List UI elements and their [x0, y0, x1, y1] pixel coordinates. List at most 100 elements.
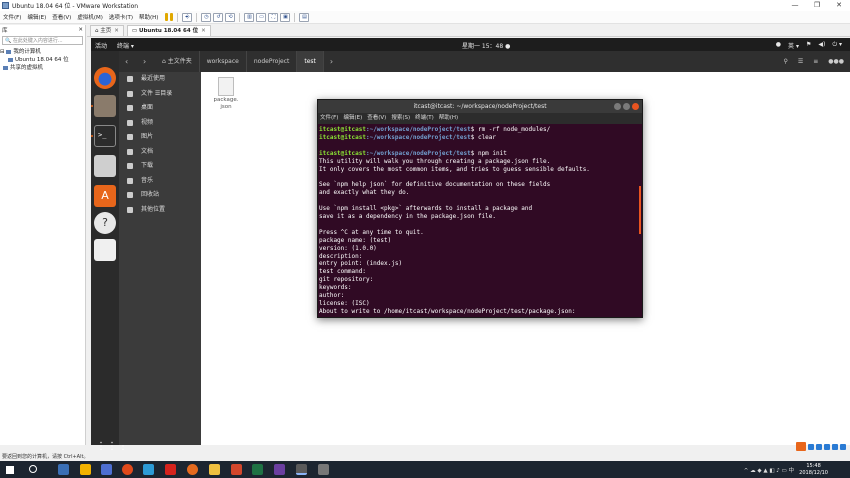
sidebar-item-videos[interactable]: 视频: [119, 116, 201, 131]
sidebar-item-pictures[interactable]: 图片: [119, 130, 201, 145]
files-icon[interactable]: [94, 95, 116, 117]
breadcrumb-workspace[interactable]: workspace: [200, 51, 247, 72]
breadcrumb-more-icon[interactable]: ›: [330, 57, 342, 66]
firefox-taskbar-icon[interactable]: [187, 464, 198, 475]
taskbar-app-icon[interactable]: [58, 464, 69, 475]
sidebar-item-downloads[interactable]: 下载: [119, 159, 201, 174]
send-ctrl-alt-del-icon[interactable]: ⎆: [182, 12, 193, 22]
library-search-input[interactable]: 🔍 在此处键入内容进行...: [2, 36, 83, 45]
taskbar-app-icon[interactable]: [274, 464, 285, 475]
terminal-output[interactable]: itcast@itcast:~/workspace/nodeProject/te…: [318, 124, 642, 318]
firefox-icon[interactable]: [94, 67, 116, 89]
thumbnail-view-icon[interactable]: ▭: [256, 12, 267, 22]
chrome-icon[interactable]: [122, 464, 133, 475]
menu-view[interactable]: 查看(V): [49, 13, 74, 21]
taskbar-app-icon[interactable]: [101, 464, 112, 475]
terminal-menu-help[interactable]: 帮助(H): [439, 113, 458, 124]
network-adapter-icon[interactable]: [824, 443, 830, 450]
sidebar-item-desktop[interactable]: 桌面: [119, 101, 201, 116]
file-item[interactable]: package. json: [211, 77, 241, 111]
terminal-titlebar[interactable]: itcast@itcast: ~/workspace/nodeProject/t…: [318, 100, 642, 113]
fullscreen-icon[interactable]: ⛶: [268, 12, 279, 22]
taskbar-app-icon[interactable]: [80, 464, 91, 475]
unity-icon[interactable]: ▣: [280, 12, 291, 22]
console-view-icon[interactable]: ▤: [299, 12, 310, 22]
help-icon[interactable]: ?: [94, 212, 116, 234]
close-tab-icon[interactable]: ✕: [201, 28, 206, 34]
calculator-icon[interactable]: [94, 155, 116, 177]
list-view-icon[interactable]: ☰: [798, 58, 803, 65]
forward-icon[interactable]: ›: [143, 57, 155, 66]
terminal-scrollbar[interactable]: [639, 186, 641, 234]
terminal-icon[interactable]: [94, 125, 116, 147]
sidebar-item-music[interactable]: 音乐: [119, 174, 201, 189]
lang-indicator[interactable]: 中: [788, 468, 794, 474]
snapshot-manager-icon[interactable]: ⟲: [225, 12, 236, 22]
tree-item-shared[interactable]: 共享的虚拟机: [0, 64, 85, 72]
sidebar-item-other-locations[interactable]: 其他位置: [119, 203, 201, 218]
volume-icon[interactable]: ◀): [818, 41, 825, 50]
sidebar-item-trash[interactable]: 回收站: [119, 188, 201, 203]
menu-help[interactable]: 帮助(H): [136, 13, 161, 21]
tree-item-my-computer[interactable]: ⊟ 我的计算机: [0, 48, 85, 56]
excel-icon[interactable]: [252, 464, 263, 475]
explorer-icon[interactable]: [209, 464, 220, 475]
hdd-icon[interactable]: [808, 443, 814, 450]
vmware-taskbar-icon[interactable]: [296, 464, 307, 475]
back-icon[interactable]: ‹: [125, 57, 137, 66]
windows-start-icon[interactable]: [6, 466, 14, 474]
window-buttons[interactable]: ●●●: [828, 58, 844, 65]
search-icon[interactable]: ⚲: [783, 58, 787, 65]
breadcrumb-nodeproject[interactable]: nodeProject: [247, 51, 298, 72]
library-close-icon[interactable]: ✕: [78, 27, 83, 33]
terminal-menu-terminal[interactable]: 终端(T): [415, 113, 434, 124]
menu-tabs[interactable]: 选项卡(T): [106, 13, 136, 21]
cd-icon[interactable]: [816, 443, 822, 450]
close-tab-icon[interactable]: ✕: [114, 28, 119, 34]
minimize-button[interactable]: —: [784, 0, 806, 11]
tree-item-ubuntu[interactable]: Ubuntu 18.04 64 位: [0, 56, 85, 64]
maximize-button[interactable]: ❐: [806, 0, 828, 11]
text-editor-icon[interactable]: [94, 239, 116, 261]
menu-edit[interactable]: 编辑(E): [24, 13, 49, 21]
terminal-menu-search[interactable]: 搜索(S): [391, 113, 410, 124]
taskbar-app-icon[interactable]: [318, 464, 329, 475]
tray-icons[interactable]: ^ ☁ ◆ ▲ ◧ ♪ ▭: [744, 468, 789, 474]
tab-ubuntu[interactable]: ▭ Ubuntu 18.04 64 位 ✕: [126, 25, 211, 36]
terminal-menu-file[interactable]: 文件(F): [320, 113, 338, 124]
cortana-search-icon[interactable]: [29, 465, 37, 473]
sidebar-item-home[interactable]: 文件 ☰目录: [119, 87, 201, 102]
taskbar-app-icon[interactable]: [165, 464, 176, 475]
terminal-menu-edit[interactable]: 编辑(E): [343, 113, 362, 124]
software-store-icon[interactable]: A: [94, 185, 116, 207]
sidebar-item-documents[interactable]: 文档: [119, 145, 201, 160]
pause-icon[interactable]: [165, 13, 169, 21]
powerpoint-icon[interactable]: [231, 464, 242, 475]
taskbar-clock[interactable]: 15:48 2018/12/10: [799, 463, 828, 476]
tab-home[interactable]: ⌂ 主页 ✕: [90, 25, 124, 36]
power-menu[interactable]: ⏻ ▾: [832, 41, 842, 50]
pause-icon-2[interactable]: [170, 13, 174, 21]
terminal-menu-view[interactable]: 查看(V): [367, 113, 386, 124]
breadcrumb-test[interactable]: test: [297, 51, 324, 72]
app-menu[interactable]: 终端 ▾: [117, 41, 134, 50]
menu-file[interactable]: 文件(F): [0, 13, 24, 21]
terminal-close-button[interactable]: [632, 103, 639, 110]
usb-icon[interactable]: [832, 443, 838, 450]
help-tray-icon[interactable]: ●: [776, 41, 781, 50]
taskbar-app-icon[interactable]: [143, 464, 154, 475]
terminal-maximize-button[interactable]: [623, 103, 630, 110]
sound-icon[interactable]: [840, 443, 846, 450]
breadcrumb-home[interactable]: ⌂ 主文件夹: [155, 51, 200, 72]
terminal-window[interactable]: itcast@itcast: ~/workspace/nodeProject/t…: [317, 99, 643, 318]
snapshot-icon[interactable]: ◷: [201, 12, 212, 22]
network-icon[interactable]: ⚑: [806, 41, 811, 50]
sogou-ime-icon[interactable]: [796, 442, 806, 451]
input-method[interactable]: 英 ▾: [788, 41, 799, 50]
menu-icon[interactable]: ≡: [813, 58, 818, 65]
activities-button[interactable]: 活动: [95, 41, 107, 50]
menu-vm[interactable]: 虚拟机(M): [74, 13, 106, 21]
close-button[interactable]: ✕: [828, 0, 850, 11]
revert-snapshot-icon[interactable]: ↺: [213, 12, 224, 22]
library-view-icon[interactable]: ▥: [244, 12, 255, 22]
